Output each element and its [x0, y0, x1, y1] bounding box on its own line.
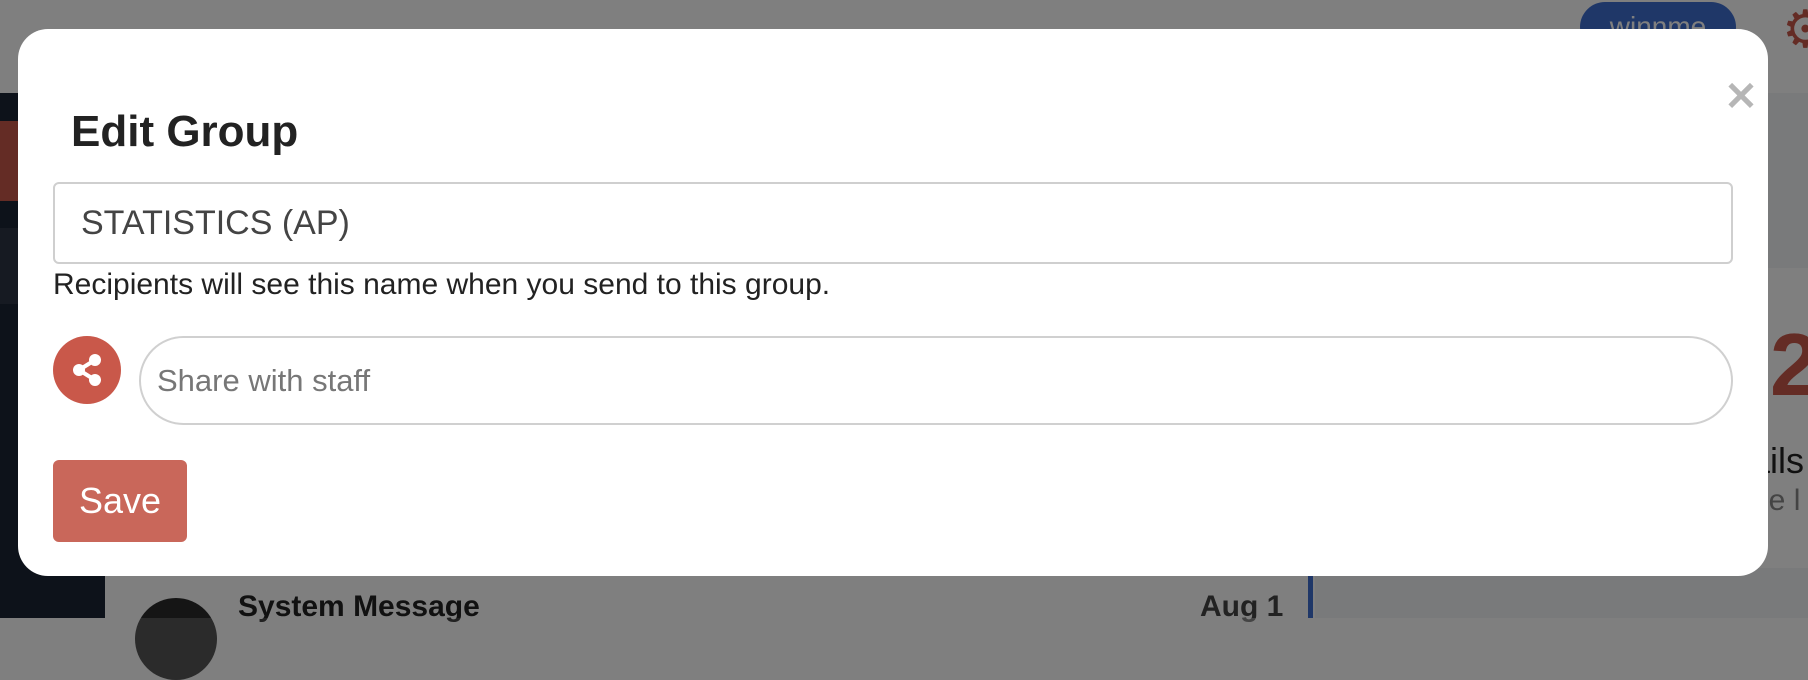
share-icon-glyph [73, 354, 101, 386]
close-icon[interactable]: ✕ [1721, 77, 1761, 117]
share-with-staff-input[interactable] [139, 336, 1733, 425]
group-name-input[interactable] [53, 182, 1733, 264]
group-name-help-text: Recipients will see this name when you s… [53, 268, 831, 301]
share-icon [53, 336, 121, 404]
modal-title: Edit Group [71, 107, 299, 156]
save-button[interactable]: Save [53, 460, 187, 542]
